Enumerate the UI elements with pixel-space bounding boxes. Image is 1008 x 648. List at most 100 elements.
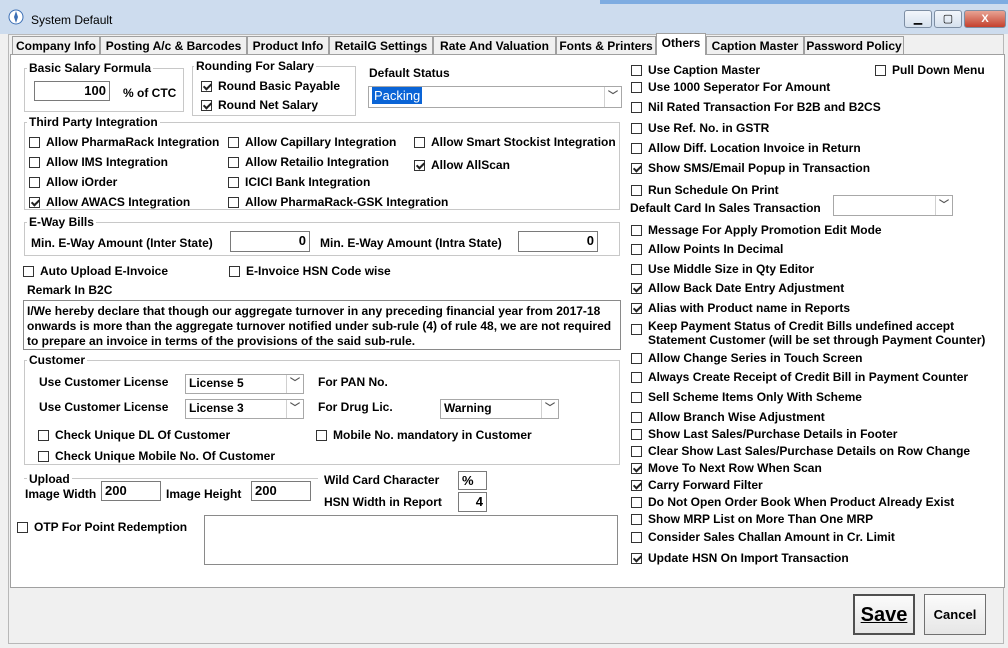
third-party-item-label: Allow Smart Stockist Integration <box>431 135 616 149</box>
checkbox-box <box>631 142 642 154</box>
third-party-item-label: Allow PharmaRack Integration <box>46 135 220 149</box>
image-height-input[interactable]: 200 <box>251 481 311 501</box>
otp-redemption-checkbox[interactable]: OTP For Point Redemption <box>17 520 187 534</box>
option-checkbox-label: Message For Apply Promotion Edit Mode <box>648 223 882 237</box>
chevron-down-icon: ﹀ <box>935 196 952 215</box>
cancel-button[interactable]: Cancel <box>924 594 986 635</box>
third-party-item[interactable]: Allow Capillary Integration <box>228 135 396 149</box>
option-checkbox[interactable]: Move To Next Row When Scan <box>631 461 822 475</box>
hsn-width-label: HSN Width in Report <box>324 495 442 509</box>
tab-company-info[interactable]: Company Info <box>12 36 100 54</box>
third-party-item[interactable]: Allow Smart Stockist Integration <box>414 135 616 149</box>
pan-label: For PAN No. <box>318 375 388 389</box>
option-checkbox[interactable]: Show Last Sales/Purchase Details in Foot… <box>631 427 897 441</box>
third-party-item[interactable]: Allow AllScan <box>414 158 510 172</box>
drug-license-label: Use Customer License <box>39 400 169 414</box>
tab-product-info[interactable]: Product Info <box>247 36 329 54</box>
option-checkbox[interactable]: Show MRP List on More Than One MRP <box>631 512 873 526</box>
option-checkbox[interactable]: Use Caption Master <box>631 63 760 77</box>
default-status-select[interactable]: Packing ﹀ <box>368 86 622 108</box>
option-checkbox[interactable]: Message For Apply Promotion Edit Mode <box>631 223 882 237</box>
option-checkbox[interactable]: Use Middle Size in Qty Editor <box>631 262 814 276</box>
eway-inter-label: Min. E-Way Amount (Inter State) <box>31 236 213 250</box>
third-party-item-label: Allow iOrder <box>46 175 118 189</box>
option-checkbox[interactable]: Show SMS/Email Popup in Transaction <box>631 161 870 175</box>
option-checkbox[interactable]: Use 1000 Seperator For Amount <box>631 80 830 94</box>
pan-license-select[interactable]: License 5 ﹀ <box>185 374 304 394</box>
drug-mode-value: Warning <box>444 401 492 415</box>
third-party-item[interactable]: Allow iOrder <box>29 175 117 189</box>
auto-upload-einvoice-label: Auto Upload E-Invoice <box>40 264 169 278</box>
checkbox-box <box>228 136 239 148</box>
wildcard-input[interactable]: % <box>458 471 487 490</box>
default-status-value: Packing <box>372 87 423 104</box>
round-net-checkbox[interactable]: Round Net Salary <box>201 98 318 112</box>
checkbox-box <box>631 496 642 508</box>
otp-message-textarea[interactable] <box>204 515 618 565</box>
option-checkbox[interactable]: Consider Sales Challan Amount in Cr. Lim… <box>631 530 895 544</box>
drug-mode-select[interactable]: Warning ﹀ <box>440 399 559 419</box>
option-checkbox[interactable]: Always Create Receipt of Credit Bill in … <box>631 370 968 384</box>
tab-posting-barcodes[interactable]: Posting A/c & Barcodes <box>100 36 247 54</box>
round-basic-checkbox[interactable]: Round Basic Payable <box>201 79 340 93</box>
tab-retailg-settings[interactable]: RetailG Settings <box>329 36 433 54</box>
eway-inter-input[interactable]: 0 <box>230 231 310 252</box>
option-checkbox[interactable]: Allow Diff. Location Invoice in Return <box>631 141 861 155</box>
drug-license-select[interactable]: License 3 ﹀ <box>185 399 304 419</box>
remark-textarea[interactable]: I/We hereby declare that though our aggr… <box>23 300 621 350</box>
option-checkbox[interactable]: Clear Show Last Sales/Purchase Details o… <box>631 444 970 458</box>
option-checkbox[interactable]: Allow Points In Decimal <box>631 242 783 256</box>
third-party-item-label: Allow Retailio Integration <box>245 155 390 169</box>
checkbox-box <box>201 80 212 92</box>
third-party-item[interactable]: Allow PharmaRack Integration <box>29 135 219 149</box>
option-checkbox[interactable]: Run Schedule On Print <box>631 183 779 197</box>
option-checkbox[interactable]: Allow Back Date Entry Adjustment <box>631 281 844 295</box>
hsn-width-input[interactable]: 4 <box>458 492 487 512</box>
tab-password-policy[interactable]: Password Policy <box>804 36 904 54</box>
tab-caption-master[interactable]: Caption Master <box>706 36 804 54</box>
auto-upload-einvoice-checkbox[interactable]: Auto Upload E-Invoice <box>23 264 168 278</box>
third-party-item[interactable]: Allow AWACS Integration <box>29 195 190 209</box>
pull-down-menu-checkbox[interactable]: Pull Down Menu <box>875 63 985 77</box>
check-unique-mobile-checkbox[interactable]: Check Unique Mobile No. Of Customer <box>38 449 275 463</box>
option-checkbox[interactable]: Alias with Product name in Reports <box>631 301 850 315</box>
option-checkbox[interactable]: Do Not Open Order Book When Product Alre… <box>631 495 954 509</box>
save-button[interactable]: Save <box>853 594 915 635</box>
drug-license-value: License 3 <box>189 401 244 415</box>
default-card-select[interactable]: ﹀ <box>833 195 953 216</box>
tab-rate-valuation[interactable]: Rate And Valuation <box>433 36 556 54</box>
checkbox-box <box>631 64 642 76</box>
checkbox-box <box>29 136 40 148</box>
third-party-item[interactable]: Allow IMS Integration <box>29 155 168 169</box>
option-checkbox[interactable]: Sell Scheme Items Only With Scheme <box>631 390 862 404</box>
third-party-item[interactable]: Allow PharmaRack-GSK Integration <box>228 195 448 209</box>
checkbox-box <box>631 428 642 440</box>
option-checkbox[interactable]: Use Ref. No. in GSTR <box>631 121 769 135</box>
option-checkbox[interactable]: Update HSN On Import Transaction <box>631 551 849 565</box>
option-checkbox[interactable]: Carry Forward Filter <box>631 478 763 492</box>
check-unique-dl-checkbox[interactable]: Check Unique DL Of Customer <box>38 428 230 442</box>
customer-title: Customer <box>27 353 88 367</box>
option-checkbox[interactable]: Keep Payment Status of Credit Bills unde… <box>631 319 985 347</box>
checkbox-box <box>631 184 642 196</box>
tab-fonts-printers[interactable]: Fonts & Printers <box>556 36 656 54</box>
remark-label: Remark In B2C <box>27 283 113 297</box>
einvoice-hsn-label: E-Invoice HSN Code wise <box>246 264 391 278</box>
option-checkbox-label: Use Ref. No. in GSTR <box>648 121 770 135</box>
option-checkbox-label: Allow Branch Wise Adjustment <box>648 410 825 424</box>
third-party-item[interactable]: ICICI Bank Integration <box>228 175 370 189</box>
maximize-button[interactable]: ▢ <box>934 10 962 28</box>
close-button[interactable]: X <box>964 10 1006 28</box>
image-width-input[interactable]: 200 <box>101 481 161 501</box>
option-checkbox[interactable]: Allow Branch Wise Adjustment <box>631 410 825 424</box>
tab-others[interactable]: Others <box>656 33 706 55</box>
salary-percent-input[interactable]: 100 <box>34 81 110 101</box>
option-checkbox[interactable]: Nil Rated Transaction For B2B and B2CS <box>631 100 881 114</box>
option-checkbox[interactable]: Allow Change Series in Touch Screen <box>631 351 863 365</box>
eway-intra-input[interactable]: 0 <box>518 231 598 252</box>
minimize-button[interactable]: ▁ <box>904 10 932 28</box>
mobile-mandatory-checkbox[interactable]: Mobile No. mandatory in Customer <box>316 428 532 442</box>
einvoice-hsn-checkbox[interactable]: E-Invoice HSN Code wise <box>229 264 391 278</box>
app-icon <box>8 9 24 25</box>
third-party-item[interactable]: Allow Retailio Integration <box>228 155 389 169</box>
